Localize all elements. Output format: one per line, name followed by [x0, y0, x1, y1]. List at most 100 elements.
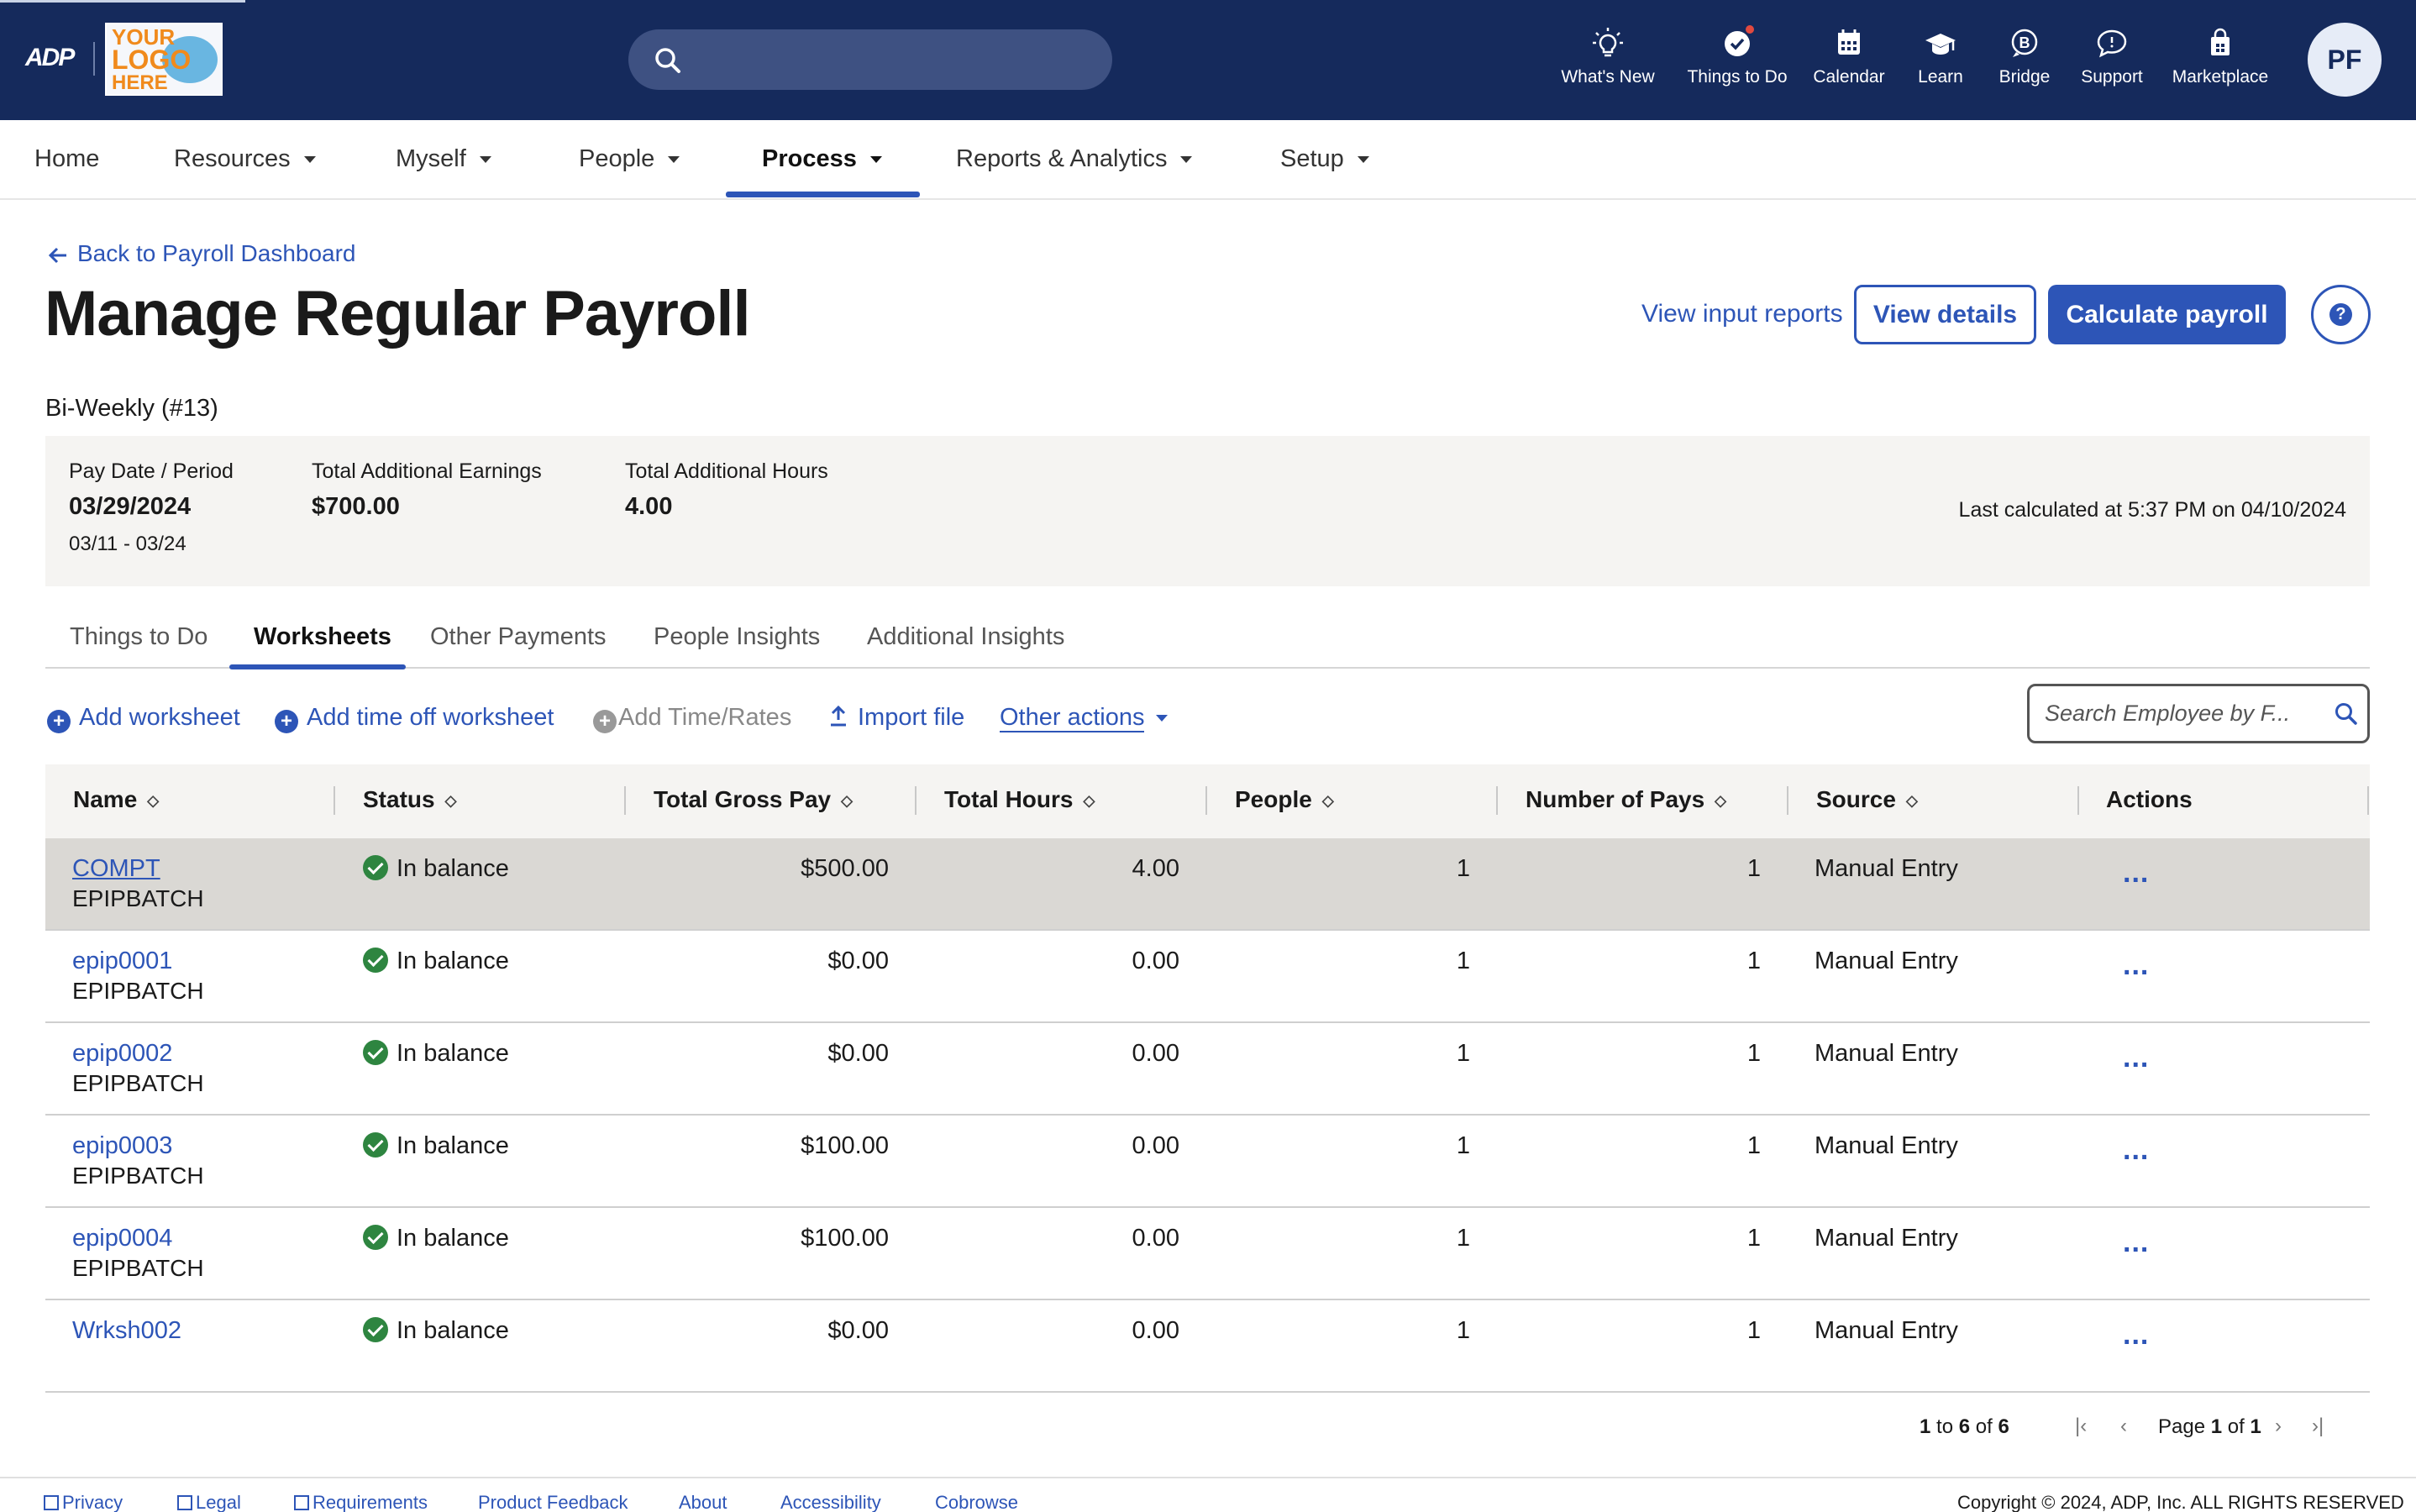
nav-item-resources[interactable]: Resources — [174, 145, 316, 173]
caret-down-icon — [1357, 156, 1369, 164]
column-header-source[interactable]: Source ◇ — [1816, 786, 1918, 813]
people-cell: 1 — [1456, 1040, 1470, 1067]
payroll-frequency: Bi-Weekly (#13) — [45, 395, 218, 422]
worksheet-name-link[interactable]: Wrksh002 — [72, 1317, 181, 1345]
tab-things-to-do[interactable]: Things to Do — [70, 623, 207, 651]
column-header-status[interactable]: Status ◇ — [363, 786, 456, 813]
back-to-dashboard-link[interactable]: Back to Payroll Dashboard — [47, 240, 356, 267]
help-button[interactable]: ? — [2311, 285, 2371, 344]
table-row[interactable]: epip0004 EPIPBATCH In balance $100.00 0.… — [45, 1208, 2370, 1300]
column-header-name[interactable]: Name ◇ — [73, 786, 159, 813]
adp-logo[interactable]: ADP — [25, 44, 81, 74]
nav-item-myself[interactable]: Myself — [396, 145, 491, 173]
sort-icon: ◇ — [1715, 792, 1727, 809]
column-header-total-hours[interactable]: Total Hours ◇ — [944, 786, 1095, 813]
row-actions-menu[interactable]: ... — [2123, 1319, 2149, 1352]
total-hours-cell: 4.00 — [1132, 855, 1179, 882]
row-actions-menu[interactable]: ... — [2123, 857, 2149, 890]
table-row[interactable]: Wrksh002 In balance $0.00 0.00 1 1 Manua… — [45, 1300, 2370, 1393]
add-time-rates-button[interactable]: + Add Time/Rates — [593, 704, 791, 733]
row-actions-menu[interactable]: ... — [2123, 1226, 2149, 1259]
next-page-icon[interactable]: › — [2275, 1415, 2282, 1438]
column-header-total-gross-pay[interactable]: Total Gross Pay ◇ — [654, 786, 853, 813]
sort-icon: ◇ — [1905, 792, 1918, 809]
worksheet-name-link[interactable]: epip0002 — [72, 1040, 172, 1068]
status-cell: In balance — [363, 855, 509, 883]
table-row[interactable]: epip0002 EPIPBATCH In balance $0.00 0.00… — [45, 1023, 2370, 1116]
status-cell: In balance — [363, 1132, 509, 1160]
worksheet-batch: EPIPBATCH — [72, 885, 204, 911]
worksheet-name-link[interactable]: epip0004 — [72, 1225, 172, 1252]
tab-additional-insights[interactable]: Additional Insights — [867, 623, 1064, 651]
support-label: Support — [2081, 67, 2143, 87]
status-text: In balance — [397, 1040, 509, 1067]
worksheet-name-link[interactable]: epip0003 — [72, 1132, 172, 1160]
whats-new-button[interactable]: What's New — [1556, 25, 1660, 102]
marketplace-button[interactable]: Marketplace — [2166, 25, 2275, 102]
column-header-people[interactable]: People ◇ — [1235, 786, 1334, 813]
view-details-button[interactable]: View details — [1854, 285, 2036, 344]
first-page-icon[interactable]: |‹ — [2075, 1415, 2087, 1438]
range-to: to — [1936, 1415, 1954, 1438]
table-row[interactable]: COMPT EPIPBATCH In balance $500.00 4.00 … — [45, 838, 2370, 931]
plus-circle-icon: + — [47, 710, 71, 733]
learn-button[interactable]: Learn — [1905, 25, 1976, 102]
last-page-icon[interactable]: ›| — [2312, 1415, 2324, 1438]
logo-text-line-2: LOGO — [112, 45, 192, 75]
row-actions-menu[interactable]: ... — [2123, 1134, 2149, 1167]
bridge-icon: B — [2011, 29, 2038, 57]
tab-worksheets[interactable]: Worksheets — [254, 623, 391, 651]
row-actions-menu[interactable]: ... — [2123, 1042, 2149, 1074]
nav-item-people[interactable]: People — [579, 145, 680, 173]
global-search-bar[interactable] — [628, 29, 1112, 90]
caret-down-icon — [1180, 156, 1193, 164]
support-button[interactable]: Support — [2072, 25, 2152, 102]
footer-link-requirements[interactable]: Requirements — [294, 1492, 428, 1512]
status-text: In balance — [397, 948, 509, 974]
import-file-button[interactable]: Import file — [827, 704, 964, 732]
tab-people-insights[interactable]: People Insights — [654, 623, 820, 651]
bridge-button[interactable]: B Bridge — [1989, 25, 2060, 102]
footer-link-cobrowse[interactable]: Cobrowse — [935, 1492, 1018, 1512]
nav-item-home[interactable]: Home — [34, 145, 99, 173]
add-worksheet-label: Add worksheet — [79, 704, 240, 731]
footer-link-legal[interactable]: Legal — [177, 1492, 241, 1512]
gross-pay-cell: $0.00 — [827, 948, 889, 974]
things-to-do-button[interactable]: Things to Do — [1680, 24, 1794, 102]
nav-item-process[interactable]: Process — [762, 145, 882, 173]
svg-text:B: B — [2019, 34, 2030, 51]
search-icon[interactable] — [2334, 701, 2359, 727]
import-file-label: Import file — [858, 704, 965, 731]
graduation-cap-icon — [1925, 34, 1956, 55]
previous-page-icon[interactable]: ‹ — [2120, 1415, 2127, 1438]
calendar-button[interactable]: Calendar — [1809, 25, 1888, 102]
column-header-number-of-pays[interactable]: Number of Pays ◇ — [1526, 786, 1726, 813]
employee-search-field[interactable] — [2027, 684, 2370, 743]
range-start: 1 — [1920, 1415, 1931, 1438]
worksheet-name-link[interactable]: COMPT — [72, 855, 160, 883]
footer-link-about[interactable]: About — [679, 1492, 727, 1512]
tab-other-payments[interactable]: Other Payments — [430, 623, 607, 651]
user-avatar[interactable]: PF — [2308, 23, 2382, 97]
external-link-icon — [177, 1495, 192, 1510]
range-of: of — [1975, 1415, 1993, 1438]
other-actions-dropdown[interactable]: Other actions — [1000, 704, 1169, 732]
row-actions-menu[interactable]: ... — [2123, 949, 2149, 982]
footer-link-accessibility[interactable]: Accessibility — [780, 1492, 881, 1512]
source-cell: Manual Entry — [1815, 948, 1958, 974]
worksheet-name-link[interactable]: epip0001 — [72, 948, 172, 975]
view-input-reports-link[interactable]: View input reports — [1641, 300, 1843, 328]
table-row[interactable]: epip0003 EPIPBATCH In balance $100.00 0.… — [45, 1116, 2370, 1208]
calculate-payroll-button[interactable]: Calculate payroll — [2048, 285, 2286, 344]
back-link-label: Back to Payroll Dashboard — [77, 240, 356, 266]
nav-item-reports-analytics[interactable]: Reports & Analytics — [956, 145, 1193, 173]
check-circle-icon — [363, 855, 388, 880]
additional-hours-value: 4.00 — [625, 493, 673, 520]
add-time-off-worksheet-button[interactable]: + Add time off worksheet — [275, 704, 554, 733]
footer-link-product-feedback[interactable]: Product Feedback — [478, 1492, 628, 1512]
nav-item-setup[interactable]: Setup — [1280, 145, 1369, 173]
add-worksheet-button[interactable]: + Add worksheet — [47, 704, 240, 733]
footer-link-privacy[interactable]: Privacy — [44, 1492, 123, 1512]
table-row[interactable]: epip0001 EPIPBATCH In balance $0.00 0.00… — [45, 931, 2370, 1023]
employee-search-input[interactable] — [2045, 696, 2322, 730]
